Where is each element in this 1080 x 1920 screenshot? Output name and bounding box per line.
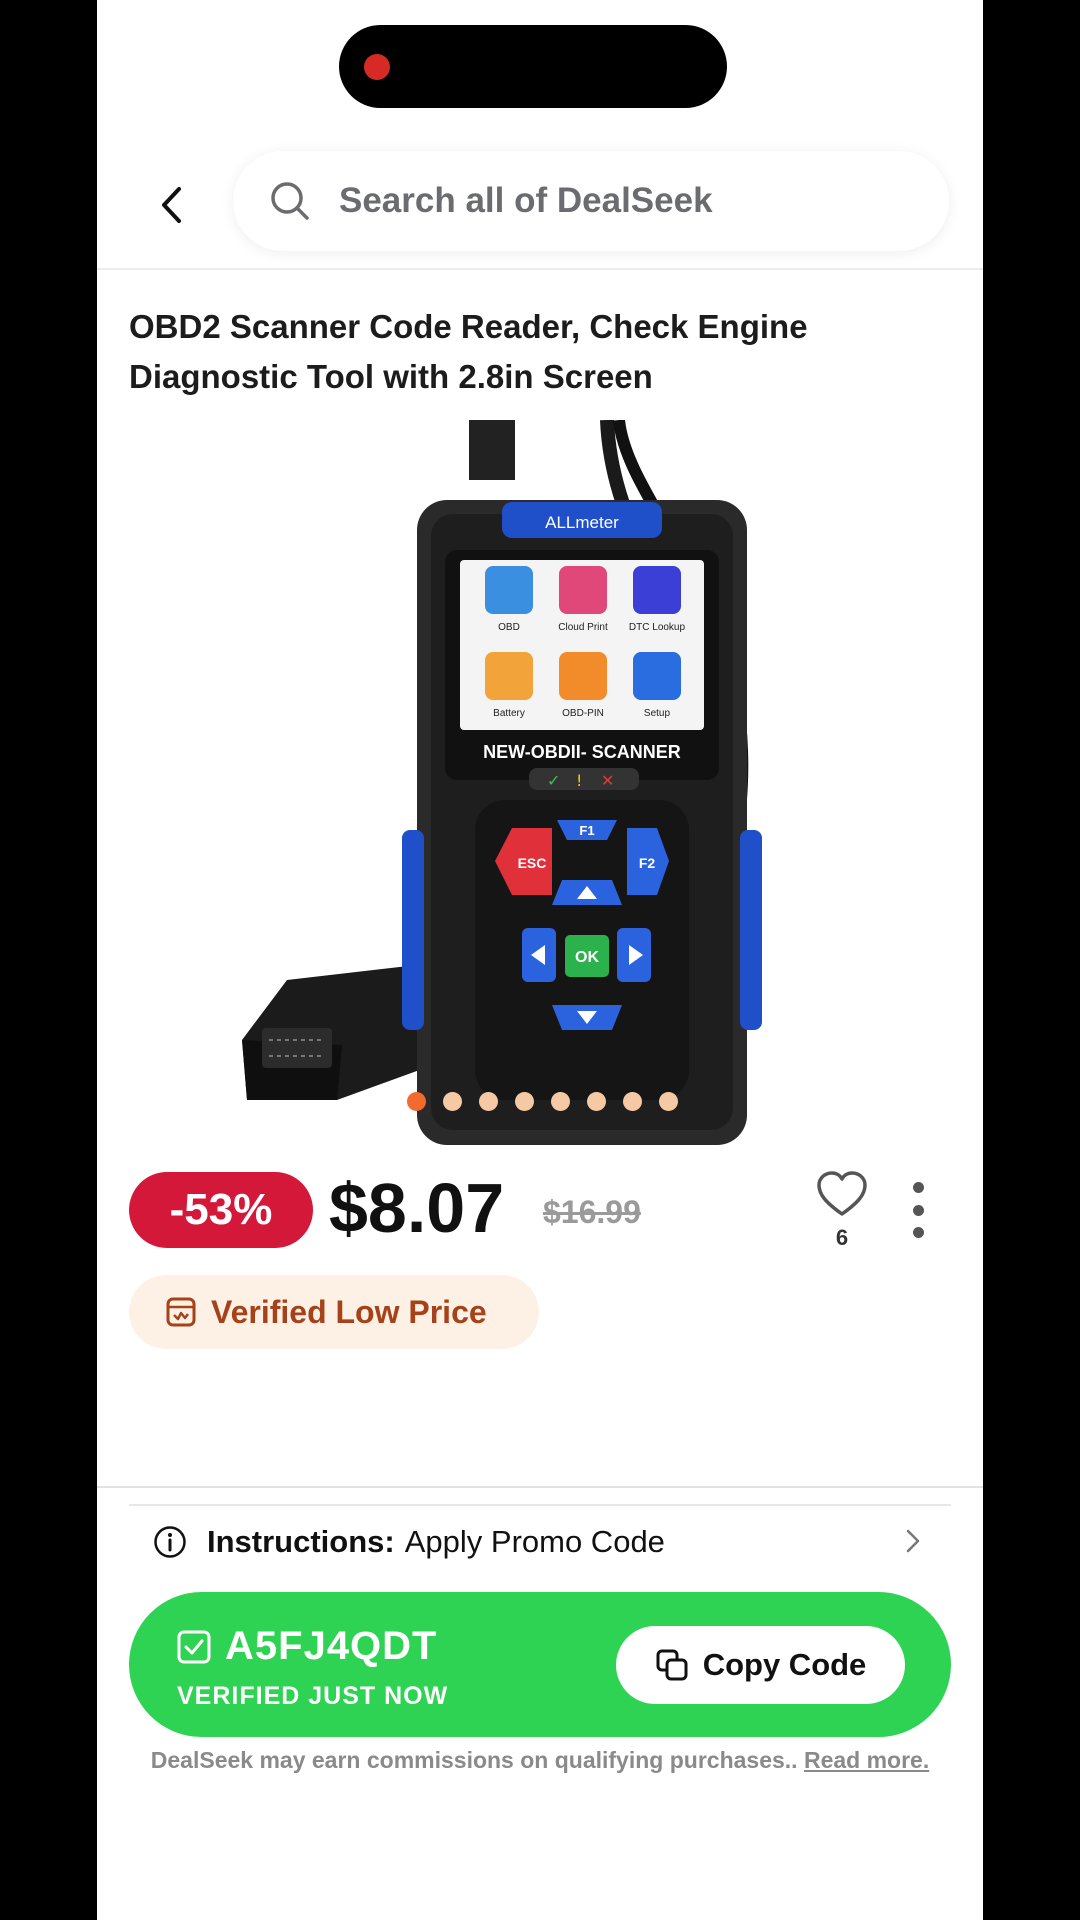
heart-icon	[817, 1171, 867, 1216]
app-screen: OBD2 Scanner Code Reader, Check Engine D…	[97, 0, 983, 1920]
favorite-count: 6	[835, 1225, 849, 1250]
more-dot-icon	[912, 1227, 924, 1238]
device-f2-key: F2	[639, 855, 656, 871]
more-dot-icon	[912, 1182, 924, 1193]
svg-text:!: !	[576, 771, 582, 790]
carousel-dot[interactable]	[623, 1092, 642, 1111]
disclaimer-text: DealSeek may earn commissions on qualify…	[150, 1747, 798, 1773]
device-app-label: OBD	[498, 622, 520, 633]
device-app-icon	[559, 652, 607, 700]
device-ok-key: OK	[575, 949, 599, 966]
device-app-label: Setup	[644, 708, 671, 719]
device-esc-key: ESC	[518, 855, 547, 871]
chevron-right-icon	[906, 1529, 920, 1553]
device-screen-label: NEW-OBDII- SCANNER	[483, 742, 681, 762]
sale-price: $8.07	[329, 1169, 505, 1247]
chevron-left-icon	[162, 187, 181, 223]
carousel-dot[interactable]	[443, 1092, 462, 1111]
device-f1-key: F1	[579, 823, 594, 838]
search-input[interactable]	[337, 180, 901, 222]
instructions-row[interactable]: Instructions: Apply Promo Code	[153, 1512, 943, 1572]
checkbox-check-icon	[177, 1630, 211, 1663]
product-title: OBD2 Scanner Code Reader, Check Engine D…	[129, 308, 808, 395]
promo-code-card: A5FJ4QDT VERIFIED JUST NOW Copy Code	[129, 1592, 951, 1737]
info-icon	[154, 1526, 186, 1558]
device-app-label: DTC Lookup	[629, 622, 686, 633]
device-app-icon	[485, 652, 533, 700]
image-carousel-dots	[407, 1092, 678, 1111]
svg-text:✓: ✓	[547, 771, 560, 790]
copy-code-label: Copy Code	[702, 1647, 867, 1682]
original-price: $16.99	[543, 1194, 641, 1230]
svg-text:✕: ✕	[601, 771, 614, 790]
device-app-icon	[633, 652, 681, 700]
more-dot-icon	[912, 1204, 924, 1216]
carousel-dot[interactable]	[659, 1092, 678, 1111]
carousel-dot[interactable]	[407, 1092, 426, 1111]
read-more-link[interactable]: Read more.	[804, 1747, 929, 1773]
search-bar[interactable]	[233, 151, 949, 251]
verified-low-price-badge: Verified Low Price	[129, 1275, 539, 1349]
device-brand-label: ALLmeter	[545, 513, 619, 532]
section-divider	[129, 1504, 951, 1506]
carousel-dot[interactable]	[587, 1092, 606, 1111]
promo-code: A5FJ4QDT	[177, 1624, 438, 1669]
instructions-label: Instructions:	[207, 1524, 395, 1559]
carousel-dot[interactable]	[551, 1092, 570, 1111]
search-icon	[271, 182, 309, 220]
discount-badge: -53%	[129, 1172, 313, 1248]
device-app-icon	[485, 566, 533, 614]
recording-indicator-icon	[364, 54, 390, 80]
device-app-icon	[633, 566, 681, 614]
favorite-button[interactable]: 6	[812, 1170, 872, 1251]
device-app-label: Cloud Print	[558, 622, 608, 633]
device-app-icon	[559, 566, 607, 614]
instructions-text: Apply Promo Code	[404, 1524, 665, 1559]
product-image[interactable]: ALLmeter OBD Cloud Print DTC Lookup Battery…	[217, 420, 897, 1145]
verified-low-price-label: Verified Low Price	[211, 1293, 487, 1330]
carousel-dot[interactable]	[515, 1092, 534, 1111]
copy-code-button[interactable]: Copy Code	[616, 1626, 905, 1704]
copy-icon	[656, 1649, 688, 1681]
promo-code-text: A5FJ4QDT	[225, 1624, 438, 1668]
more-options-button[interactable]	[903, 1182, 933, 1238]
dynamic-island	[339, 25, 727, 108]
carousel-dot[interactable]	[479, 1092, 498, 1111]
affiliate-disclaimer: DealSeek may earn commissions on qualify…	[145, 1744, 935, 1776]
device-app-label: OBD-PIN	[562, 708, 604, 719]
promo-verified-text: VERIFIED JUST NOW	[177, 1682, 449, 1710]
device-app-label: Battery	[493, 708, 525, 719]
section-divider	[97, 1486, 983, 1488]
header-divider	[97, 268, 983, 270]
back-button[interactable]	[147, 180, 197, 230]
price-tag-icon	[166, 1297, 196, 1327]
